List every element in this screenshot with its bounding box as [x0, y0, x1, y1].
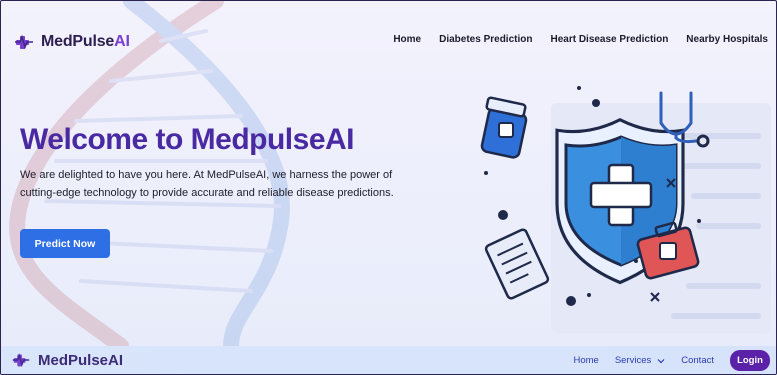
predict-now-button[interactable]: Predict Now	[20, 229, 110, 258]
secondary-navbar: MedPulseAI Home Services Contact Login	[1, 346, 776, 374]
hero-description: We are delighted to have you here. At Me…	[20, 169, 394, 199]
brand-logo-link[interactable]: MedPulseAI	[13, 31, 130, 53]
nav-heart-disease-prediction-link[interactable]: Heart Disease Prediction	[550, 34, 668, 45]
app-window: MedPulseAI Home Diabetes Prediction Hear…	[0, 0, 777, 375]
nav-nearby-hospitals-link[interactable]: Nearby Hospitals	[686, 34, 768, 45]
nav-links: Home Diabetes Prediction Heart Disease P…	[393, 34, 768, 45]
secondary-brand-name: MedPulseAI	[38, 351, 124, 369]
top-navbar: MedPulseAI Home Diabetes Prediction Hear…	[1, 1, 776, 81]
chevron-down-icon	[657, 358, 665, 363]
secondary-nav-links: Home Services Contact Login	[573, 350, 770, 371]
medical-cross-pulse-icon	[15, 34, 33, 50]
login-button[interactable]: Login	[730, 350, 770, 371]
services-dropdown[interactable]: Services	[615, 355, 665, 366]
clipboard-icon	[484, 228, 550, 300]
medical-shield-illustration	[480, 86, 771, 333]
nav-home-link[interactable]: Home	[393, 34, 421, 45]
services-label: Services	[614, 355, 652, 366]
secondary-brand-link[interactable]: MedPulseAI	[11, 350, 123, 370]
brand-name-part1: MedPulse	[41, 33, 115, 50]
secondary-nav-home-link[interactable]: Home	[573, 355, 598, 366]
pill-bottle-icon	[480, 96, 528, 159]
brand-name-part2: AI	[114, 33, 130, 50]
brand-name: MedPulseAI	[41, 33, 130, 51]
hero-title: Welcome to MedpulseAI	[20, 123, 355, 156]
contact-link[interactable]: Contact	[681, 355, 714, 366]
nav-diabetes-prediction-link[interactable]: Diabetes Prediction	[439, 34, 532, 45]
medical-cross-pulse-icon	[12, 353, 30, 367]
